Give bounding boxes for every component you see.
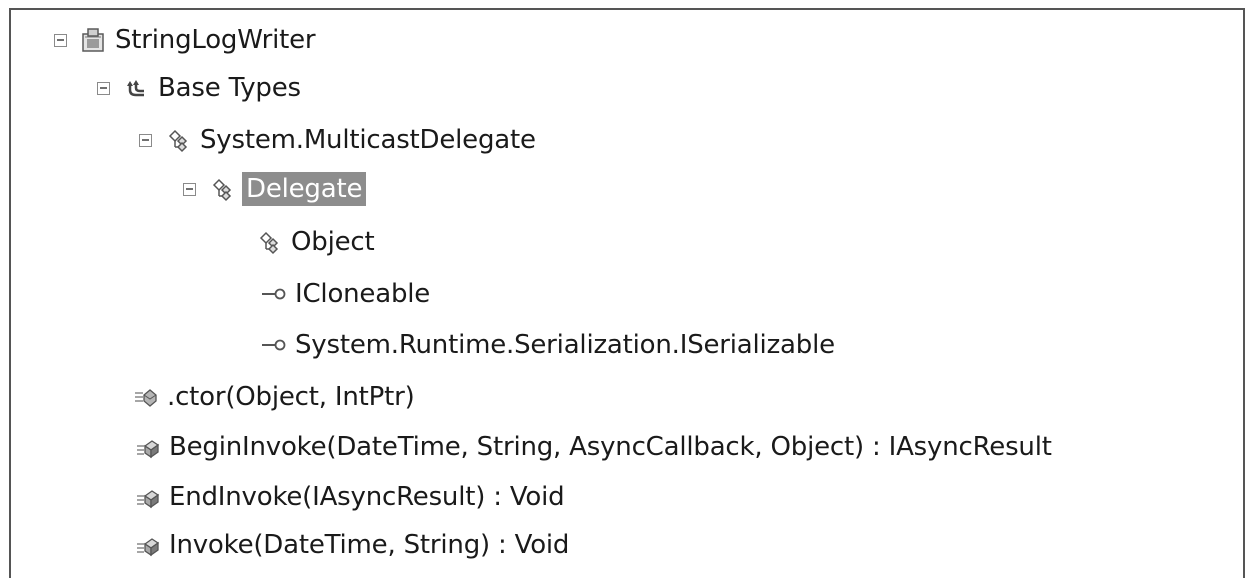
- tree-node-multicast-delegate[interactable]: System.MulticastDelegate: [139, 117, 536, 163]
- collapse-toggle[interactable]: [97, 81, 110, 95]
- tree-node-base-types[interactable]: Base Types: [97, 65, 301, 111]
- node-label: Object: [291, 227, 375, 257]
- delegate-class-icon: [81, 27, 107, 53]
- node-label: ICloneable: [295, 279, 431, 309]
- collapse-toggle[interactable]: [183, 182, 196, 196]
- node-label: System.MulticastDelegate: [200, 125, 536, 155]
- class-icon: [210, 176, 236, 202]
- node-label: .ctor(Object, IntPtr): [167, 382, 415, 412]
- node-label: StringLogWriter: [115, 25, 316, 55]
- class-icon: [257, 229, 283, 255]
- tree-node-end-invoke[interactable]: EndInvoke(IAsyncResult) : Void: [135, 474, 565, 520]
- node-label: EndInvoke(IAsyncResult) : Void: [169, 482, 565, 512]
- node-label: Invoke(DateTime, String) : Void: [169, 530, 570, 560]
- interface-icon: [261, 332, 287, 358]
- tree-node-begin-invoke[interactable]: BeginInvoke(DateTime, String, AsyncCallb…: [135, 424, 1052, 470]
- constructor-icon: [133, 384, 159, 410]
- interface-icon: [261, 281, 287, 307]
- tree-node-invoke[interactable]: Invoke(DateTime, String) : Void: [135, 522, 569, 568]
- class-icon: [166, 127, 192, 153]
- method-icon: [135, 532, 161, 558]
- node-label-selected: Delegate: [242, 172, 367, 206]
- tree-node-ctor[interactable]: .ctor(Object, IntPtr): [133, 374, 415, 420]
- collapse-toggle[interactable]: [139, 133, 152, 147]
- tree-node-icloneable[interactable]: ICloneable: [261, 271, 430, 317]
- method-icon: [135, 484, 161, 510]
- tree-node-iserializable[interactable]: System.Runtime.Serialization.ISerializab…: [261, 322, 835, 368]
- node-label: BeginInvoke(DateTime, String, AsyncCallb…: [169, 432, 1052, 462]
- tree-node-delegate[interactable]: Delegate: [183, 166, 367, 212]
- tree-node-stringlogwriter[interactable]: StringLogWriter: [54, 17, 316, 63]
- node-label: System.Runtime.Serialization.ISerializab…: [295, 330, 835, 360]
- method-icon: [135, 434, 161, 460]
- node-label: Base Types: [158, 73, 301, 103]
- tree-node-object[interactable]: Object: [257, 219, 375, 265]
- collapse-toggle[interactable]: [54, 33, 67, 47]
- base-types-icon: [124, 75, 150, 101]
